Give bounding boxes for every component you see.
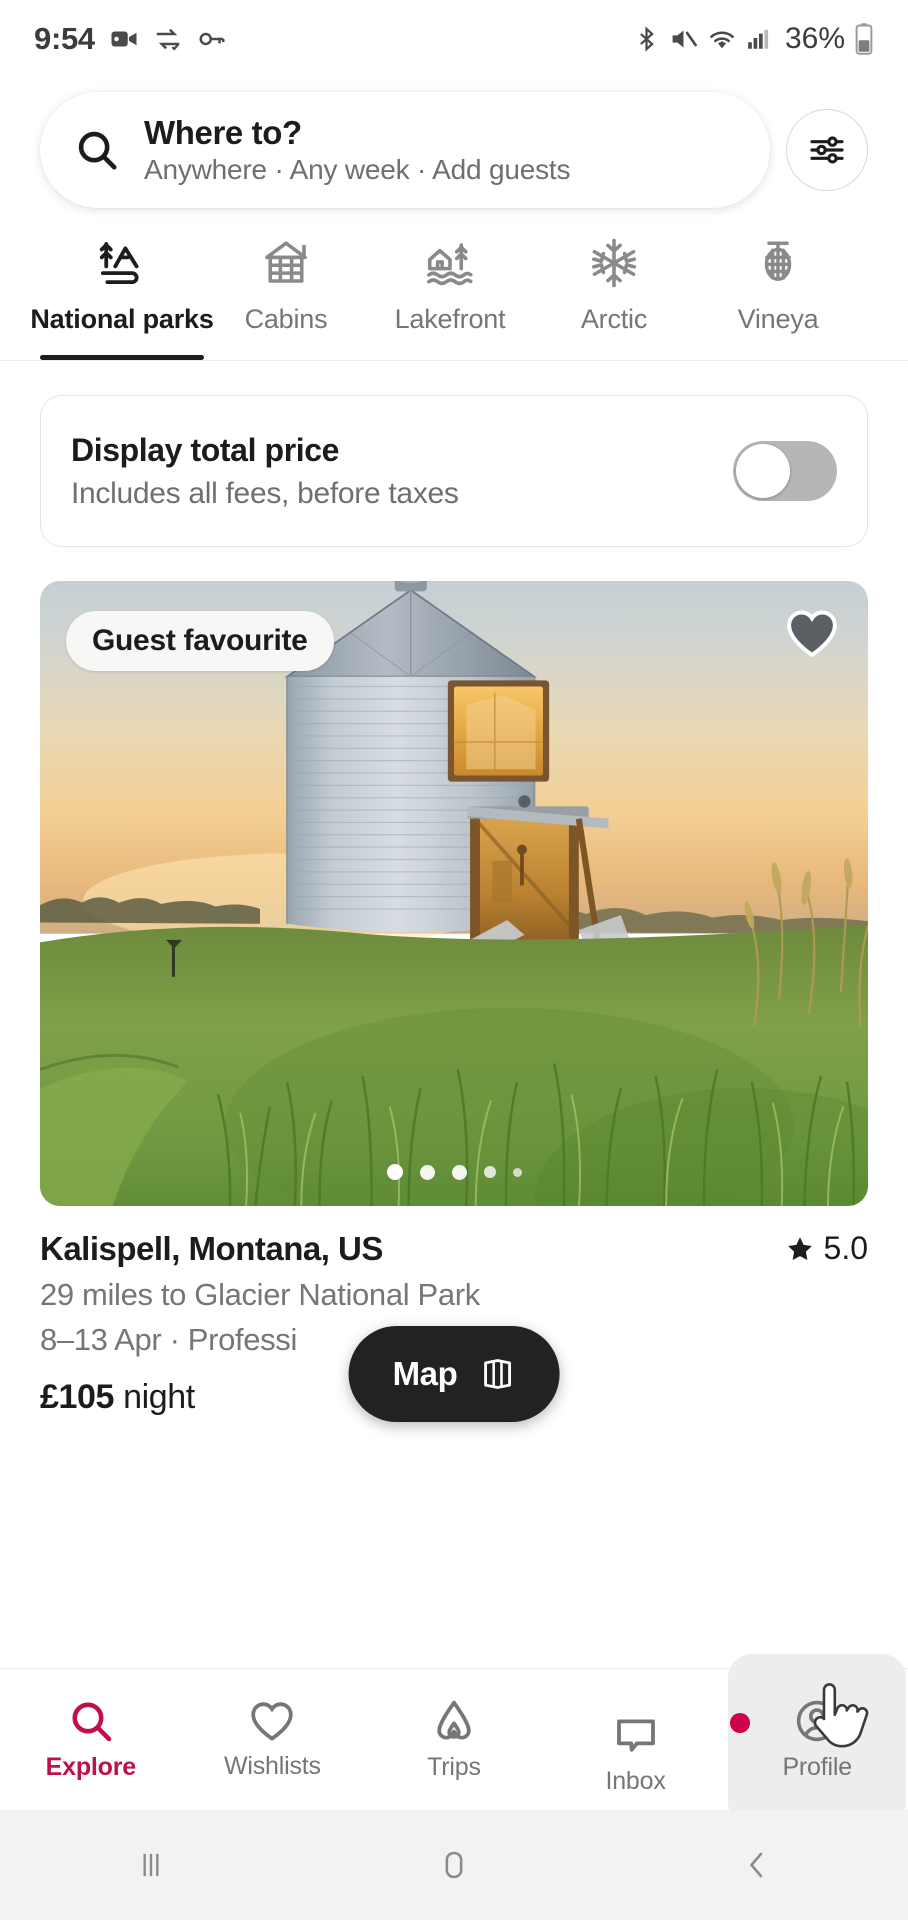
mouse-cursor-icon xyxy=(813,1683,869,1748)
carousel-dot[interactable] xyxy=(419,1164,435,1180)
search-subtitle: Anywhere · Any week · Add guests xyxy=(144,154,571,185)
cellular-signal-icon xyxy=(748,29,769,49)
price-card-subtitle: Includes all fees, before taxes xyxy=(71,476,459,510)
rating-value: 5.0 xyxy=(823,1230,868,1266)
lakefront-icon xyxy=(423,232,477,294)
nav-item-trips[interactable]: Trips xyxy=(363,1669,545,1811)
nav-label: Trips xyxy=(427,1753,481,1781)
search-icon xyxy=(78,131,117,170)
tab-underline xyxy=(40,355,204,360)
tab-vineyards[interactable]: Vineya xyxy=(696,232,860,360)
listing-card[interactable]: Guest favourite Kalispell, Montana, US 5… xyxy=(40,581,868,1422)
airbnb-bellhop-icon xyxy=(437,1700,471,1740)
listing-distance: 29 miles to Glacier National Park xyxy=(40,1277,480,1312)
mute-icon xyxy=(672,30,697,48)
tab-national-parks[interactable]: National parks xyxy=(30,232,214,360)
tab-cabins[interactable]: Cabins xyxy=(204,232,368,360)
listing-rating: 5.0 xyxy=(785,1230,868,1267)
search-bar[interactable]: Where to? Anywhere · Any week · Add gues… xyxy=(40,92,770,208)
tab-label: National parks xyxy=(30,304,214,334)
bluetooth-icon xyxy=(640,26,654,52)
app-header: Where to? Anywhere · Any week · Add gues… xyxy=(0,78,908,214)
nav-item-wishlists[interactable]: Wishlists xyxy=(182,1669,364,1811)
search-row: Where to? Anywhere · Any week · Add gues… xyxy=(0,92,908,208)
recents-icon xyxy=(143,1853,159,1877)
price-card-title: Display total price xyxy=(71,431,340,468)
search-texts: Where to? Anywhere · Any week · Add gues… xyxy=(144,114,570,186)
heart-outline-icon xyxy=(251,1702,294,1741)
search-title: Where to? xyxy=(144,114,302,151)
back-icon xyxy=(749,1852,762,1878)
chat-bubble-icon xyxy=(616,1719,655,1752)
filter-button[interactable] xyxy=(786,109,868,191)
battery-icon xyxy=(855,23,873,55)
listing-title-row: Kalispell, Montana, US 5.0 xyxy=(40,1230,868,1268)
map-icon xyxy=(483,1359,511,1389)
nav-item-explore[interactable]: Explore xyxy=(0,1669,182,1811)
listing-title: Kalispell, Montana, US xyxy=(40,1230,383,1267)
tab-label: Arctic xyxy=(580,304,648,334)
display-total-price-toggle[interactable] xyxy=(733,441,837,501)
map-button-label: Map xyxy=(392,1355,458,1392)
favourite-button[interactable] xyxy=(784,607,840,659)
vpn-key-icon xyxy=(199,32,225,46)
grain-silo-cabin-photo xyxy=(40,581,868,1206)
status-bar-right: 36% xyxy=(633,22,874,56)
tab-label: Cabins xyxy=(244,304,328,334)
nav-label: Wishlists xyxy=(223,1752,321,1780)
camera-icon xyxy=(111,31,137,47)
listing-price-amount: £105 xyxy=(40,1378,115,1416)
carousel-dot[interactable] xyxy=(483,1166,496,1178)
heart-icon xyxy=(787,610,837,658)
data-transfer-icon xyxy=(156,28,180,51)
tab-label: Vineya xyxy=(737,304,819,334)
main-content: Display total price Includes all fees, b… xyxy=(0,395,908,1422)
home-icon xyxy=(445,1851,463,1879)
toggle-knob xyxy=(736,444,790,498)
tab-lakefront[interactable]: Lakefront xyxy=(368,232,532,360)
tab-label: Lakefront xyxy=(394,304,506,334)
tab-arctic[interactable]: Arctic xyxy=(532,232,696,360)
nav-item-inbox[interactable]: Inbox xyxy=(545,1669,751,1811)
national-parks-icon xyxy=(95,232,149,294)
price-card-texts: Display total price Includes all fees, b… xyxy=(71,432,459,511)
cabin-icon xyxy=(259,232,313,294)
listing-photo[interactable]: Guest favourite xyxy=(40,581,868,1206)
nav-label: Explore xyxy=(45,1753,137,1781)
snowflake-icon xyxy=(587,232,641,294)
display-total-price-card[interactable]: Display total price Includes all fees, b… xyxy=(40,395,868,547)
grapes-icon xyxy=(751,232,805,294)
map-toggle-button[interactable]: Map xyxy=(348,1326,560,1422)
wifi-icon xyxy=(710,31,734,49)
carousel-dot[interactable] xyxy=(512,1167,522,1177)
carousel-dot[interactable] xyxy=(386,1164,403,1180)
star-icon xyxy=(787,1236,812,1260)
category-tabs[interactable]: National parks Cabins Lakefront Arctic V… xyxy=(0,214,908,361)
android-home-button[interactable] xyxy=(303,1846,606,1884)
bottom-navigation[interactable]: Explore Wishlists Trips Inbox Profile xyxy=(0,1653,908,1826)
status-bar: 9:54 36% xyxy=(0,0,908,78)
listing-price-unit: night xyxy=(123,1378,195,1416)
android-back-button[interactable] xyxy=(605,1846,908,1884)
search-icon xyxy=(72,1702,112,1742)
status-bar-left: 9:54 xyxy=(34,21,227,57)
nav-label: Inbox xyxy=(605,1767,666,1795)
listing-info: Kalispell, Montana, US 5.0 29 miles to G… xyxy=(40,1230,868,1422)
android-navigation-bar[interactable] xyxy=(0,1810,908,1920)
battery-percent: 36% xyxy=(784,22,845,55)
filter-sliders-icon xyxy=(810,136,844,164)
guest-favourite-badge: Guest favourite xyxy=(66,611,334,671)
photo-carousel-dots[interactable] xyxy=(40,1164,868,1180)
carousel-dot[interactable] xyxy=(451,1164,467,1180)
status-bar-clock: 9:54 xyxy=(34,21,95,56)
android-recents-button[interactable] xyxy=(0,1846,303,1884)
